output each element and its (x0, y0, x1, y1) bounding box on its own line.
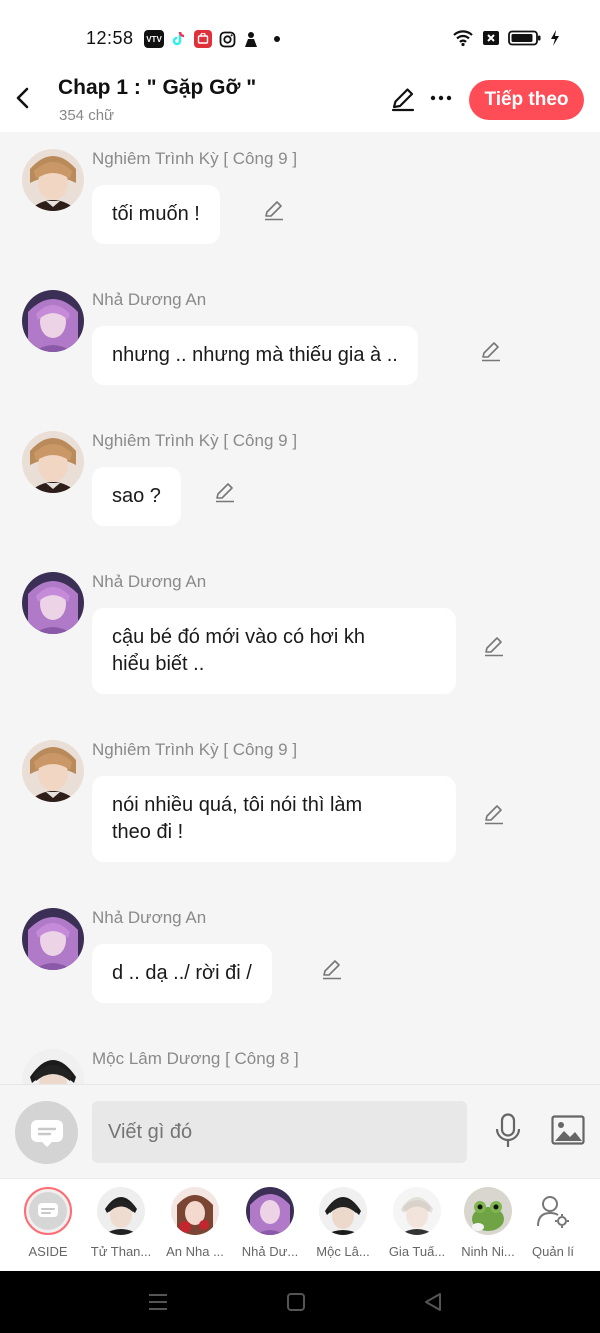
pencil-icon (216, 483, 234, 503)
avatar[interactable] (22, 290, 84, 352)
shop-icon (194, 30, 212, 48)
chevron-left-icon (16, 87, 29, 109)
message-bubble[interactable]: sao ? (92, 467, 181, 526)
word-count: 354 chữ (59, 107, 115, 124)
status-indicators (452, 29, 560, 47)
edit-message-button[interactable] (321, 958, 343, 980)
status-app-icons: VTV (144, 30, 280, 48)
avatar[interactable] (22, 740, 84, 802)
chapter-title: Chap 1 : " Gặp Gỡ " (58, 76, 257, 99)
sender-name: Nghiêm Trình Kỳ [ Công 9 ] (92, 431, 298, 450)
insert-image-button[interactable] (551, 1115, 585, 1145)
people-icon (242, 30, 260, 48)
character-name: Tử Than... (90, 1244, 152, 1259)
pencil-icon (485, 637, 503, 657)
back-nav-button[interactable] (423, 1292, 443, 1312)
pencil-icon (265, 201, 283, 221)
edit-message-button[interactable] (480, 340, 502, 362)
manage-label: Quản lí (532, 1244, 574, 1259)
pencil-icon (482, 342, 500, 362)
frog-avatar (464, 1187, 512, 1235)
menu-icon (149, 1294, 167, 1310)
edit-chapter-button[interactable] (390, 86, 416, 112)
avatar (319, 1187, 367, 1235)
sender-name: Nhả Dương An (92, 290, 207, 309)
avatar[interactable] (22, 572, 84, 634)
wifi-icon (453, 30, 473, 47)
edit-message-button[interactable] (483, 803, 505, 825)
pencil-icon (391, 88, 415, 112)
sender-name: Nhả Dương An (92, 908, 207, 927)
aside-avatar (24, 1187, 72, 1235)
chat-area[interactable]: Nghiêm Trình Kỳ [ Công 9 ] tối muốn ! Nh… (0, 132, 600, 1084)
status-time: 12:58 (86, 28, 134, 48)
more-horizontal-icon (430, 95, 452, 101)
chat-bubble-icon (30, 1119, 63, 1147)
system-navigation-bar (0, 1271, 600, 1333)
character-item[interactable]: Tử Than... (85, 1187, 157, 1259)
user-settings-icon (537, 1196, 569, 1228)
instagram-icon (218, 30, 236, 48)
character-bar: ASIDE Tử Than... An Nha ... Nhả Dư... Mộ… (0, 1178, 600, 1271)
no-sim-icon (483, 31, 499, 45)
character-aside[interactable]: ASIDE (12, 1187, 84, 1259)
avatar (171, 1187, 219, 1235)
sender-name: Nhả Dương An (92, 572, 207, 591)
more-options-button[interactable] (430, 88, 452, 108)
chapter-header: Chap 1 : " Gặp Gỡ " 354 chữ Tiếp theo (0, 66, 600, 132)
pencil-icon (323, 960, 341, 980)
back-button[interactable] (12, 86, 36, 110)
sender-name: Mộc Lâm Dương [ Công 8 ] (92, 1049, 299, 1068)
avatar (246, 1187, 294, 1235)
sender-name: Nghiêm Trình Kỳ [ Công 9 ] (92, 149, 298, 168)
character-item[interactable]: Mộc Lâ... (307, 1187, 379, 1259)
avatar (97, 1187, 145, 1235)
menu-nav-button[interactable] (146, 1291, 170, 1313)
character-name: Gia Tuấ... (388, 1244, 446, 1259)
character-name: Ninh Ni... (461, 1244, 515, 1259)
manage-characters-button[interactable]: Quản lí (517, 1187, 589, 1259)
character-name: An Nha ... (166, 1244, 224, 1259)
edit-message-button[interactable] (483, 635, 505, 657)
aside-toggle-button[interactable] (15, 1101, 78, 1164)
notification-dot (274, 36, 280, 42)
character-name: ASIDE (28, 1244, 68, 1259)
avatar[interactable] (22, 908, 84, 970)
square-icon (287, 1293, 305, 1311)
character-item[interactable]: Nhả Dư... (234, 1187, 306, 1259)
battery-icon (508, 30, 541, 46)
message-bubble[interactable]: nói nhiều quá, tôi nói thì làm theo đi ! (92, 776, 456, 862)
voice-input-button[interactable] (494, 1113, 522, 1149)
character-name: Nhả Dư... (241, 1244, 299, 1259)
avatar[interactable] (22, 1049, 84, 1084)
message-bubble[interactable]: d .. dạ ../ rời đi / (92, 944, 272, 1003)
tiktok-icon (170, 30, 188, 48)
avatar[interactable] (22, 431, 84, 493)
message-input[interactable] (92, 1101, 467, 1163)
avatar (393, 1187, 441, 1235)
vtv-icon: VTV (144, 30, 164, 48)
next-chapter-button[interactable]: Tiếp theo (469, 80, 584, 120)
avatar (464, 1187, 512, 1235)
triangle-back-icon (425, 1293, 441, 1311)
charging-icon (551, 30, 559, 46)
microphone-icon (495, 1113, 521, 1147)
character-name: Mộc Lâ... (316, 1244, 370, 1259)
character-item[interactable]: Ninh Ni... (452, 1187, 524, 1259)
message-composer (0, 1084, 600, 1178)
home-nav-button[interactable] (286, 1292, 306, 1312)
avatar[interactable] (22, 149, 84, 211)
sender-name: Nghiêm Trình Kỳ [ Công 9 ] (92, 740, 298, 759)
character-item[interactable]: An Nha ... (159, 1187, 231, 1259)
pencil-icon (485, 805, 503, 825)
edit-message-button[interactable] (263, 199, 285, 221)
manage-icon-wrapper (529, 1187, 577, 1235)
message-bubble[interactable]: tối muốn ! (92, 185, 220, 244)
chat-bubble-icon (29, 1192, 67, 1230)
image-icon (551, 1115, 585, 1145)
edit-message-button[interactable] (214, 481, 236, 503)
message-bubble[interactable]: cậu bé đó mới vào có hơi kh hiểu biết .. (92, 608, 456, 694)
message-bubble[interactable]: nhưng .. nhưng mà thiếu gia à .. (92, 326, 418, 385)
character-item[interactable]: Gia Tuấ... (381, 1187, 453, 1259)
